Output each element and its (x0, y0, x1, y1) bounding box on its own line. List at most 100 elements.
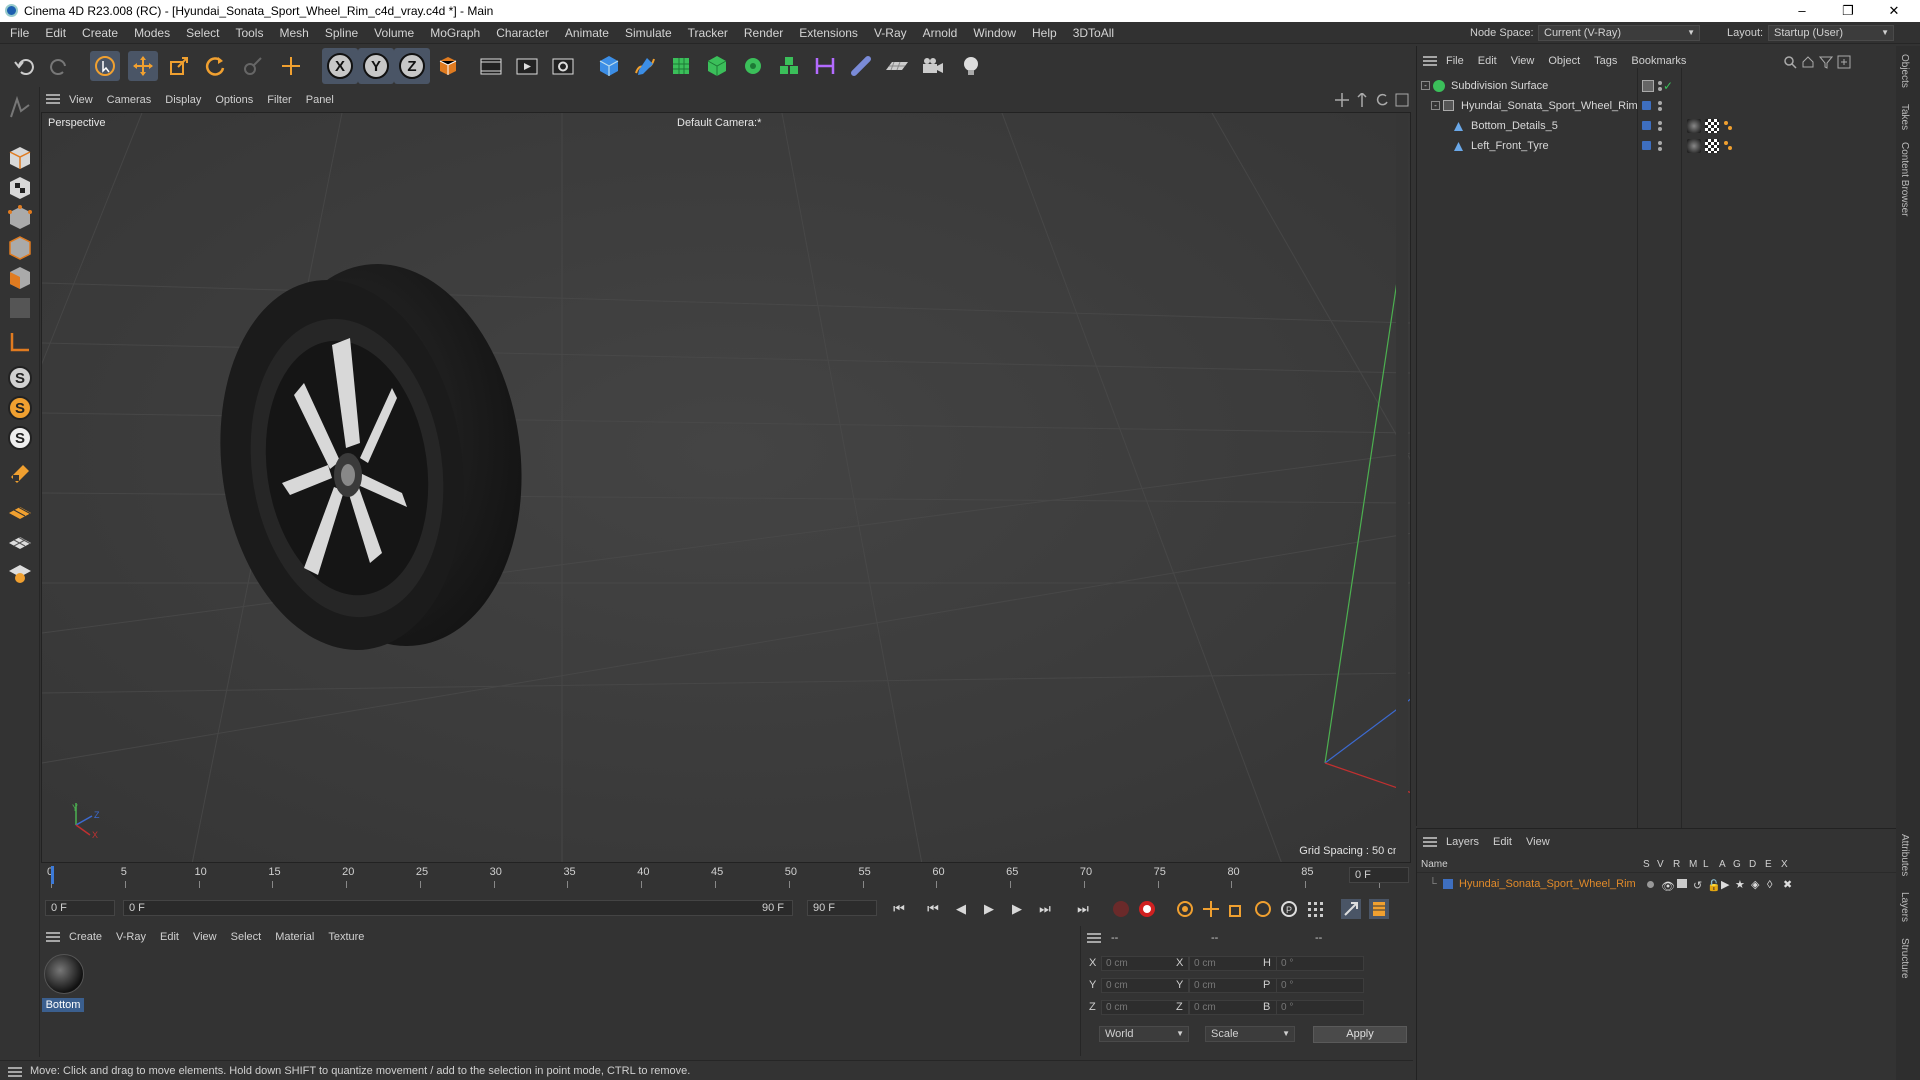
key-scale-icon[interactable] (1227, 899, 1247, 919)
axis-x-lock[interactable]: X (322, 48, 358, 84)
menu-volume[interactable]: Volume (366, 22, 422, 44)
grid-plane-icon[interactable] (5, 497, 35, 527)
object-row[interactable]: - Subdivision Surface ✓ (1417, 77, 1897, 95)
menu-arnold[interactable]: Arnold (915, 22, 966, 44)
viewport-menu-view[interactable]: View (62, 90, 100, 110)
material-menu-material[interactable]: Material (268, 926, 321, 948)
menu-animate[interactable]: Animate (557, 22, 617, 44)
points-mode-icon[interactable] (5, 203, 35, 233)
layer-animation-icon[interactable]: ▶ (1721, 876, 1729, 894)
previous-frame-icon[interactable]: ◀ (951, 899, 971, 919)
visibility-editor-dot[interactable] (1658, 121, 1662, 125)
menu-v-ray[interactable]: V-Ray (866, 22, 915, 44)
vray-tag-icon[interactable] (1723, 119, 1733, 133)
timeline-ruler[interactable]: 051015202530354045505560657075808590 0 F (41, 863, 1413, 889)
menu-create[interactable]: Create (74, 22, 126, 44)
tab-content-browser[interactable]: Content Browser (1899, 142, 1910, 216)
next-key-icon[interactable]: ⏭ (1035, 899, 1055, 919)
viewport-menu-cameras[interactable]: Cameras (100, 90, 159, 110)
visibility-render-dot[interactable] (1658, 87, 1662, 91)
timeline-window-icon[interactable] (1369, 899, 1389, 919)
coord-value-field[interactable]: 0 ° (1276, 956, 1364, 971)
viewport-rotate-icon[interactable] (1375, 93, 1389, 110)
layer-row[interactable]: └ Hyundai_Sonata_Sport_Wheel_Rim 👁 ↺ 🔓 ▶… (1417, 875, 1897, 893)
uvw-tag-icon[interactable] (1705, 119, 1719, 133)
camera-icon[interactable] (918, 51, 948, 81)
material-menu-view[interactable]: View (186, 926, 224, 948)
visibility-editor-dot[interactable] (1658, 141, 1662, 145)
render-picture-viewer-icon[interactable] (512, 51, 542, 81)
floor-icon[interactable] (882, 51, 912, 81)
menu-extensions[interactable]: Extensions (791, 22, 866, 44)
coord-value-field[interactable]: 0 ° (1276, 1000, 1364, 1015)
layer-menu-view[interactable]: View (1519, 831, 1557, 853)
material-hamburger-icon[interactable] (46, 931, 60, 946)
playhead[interactable] (51, 866, 54, 884)
perspective-viewport[interactable]: Y Z X Perspective Default Camera:* Grid … (41, 112, 1411, 863)
layer-column-s[interactable]: S (1643, 859, 1650, 870)
layer-column-d[interactable]: D (1749, 859, 1756, 870)
viewport-zoom-icon[interactable] (1355, 91, 1369, 110)
menu-render[interactable]: Render (736, 22, 791, 44)
axis-mode-icon[interactable] (5, 327, 35, 357)
extrude-icon[interactable] (702, 51, 732, 81)
visibility-editor-dot[interactable] (1658, 101, 1662, 105)
transform-tool-icon[interactable] (276, 51, 306, 81)
key-parameter-icon[interactable]: P (1279, 899, 1299, 919)
layer-column-name[interactable]: Name (1421, 859, 1448, 870)
layer-column-x[interactable]: X (1781, 859, 1788, 870)
quantize-icon[interactable]: S (5, 423, 35, 453)
cube-icon[interactable] (594, 51, 624, 81)
object-menu-tags[interactable]: Tags (1587, 50, 1624, 72)
uvw-tag-icon[interactable] (1705, 139, 1719, 153)
layer-visible-icon[interactable]: 👁 (1661, 878, 1675, 896)
objects-hamburger-icon[interactable] (1423, 55, 1437, 70)
render-settings-icon[interactable] (548, 51, 578, 81)
viewport-menu-filter[interactable]: Filter (260, 90, 298, 110)
material-thumbnail[interactable] (44, 954, 84, 994)
layers-hamburger-icon[interactable] (1423, 836, 1437, 851)
layer-menu-edit[interactable]: Edit (1486, 831, 1519, 853)
layer-expressions-icon[interactable]: ◊ (1767, 876, 1772, 894)
viewport-maximize-icon[interactable] (1395, 93, 1409, 110)
visibility-editor-dot[interactable] (1658, 81, 1662, 85)
next-frame-icon[interactable]: ▶ (1007, 899, 1027, 919)
layer-color-icon[interactable] (1642, 121, 1651, 130)
object-row[interactable]: Bottom_Details_5 (1417, 117, 1897, 135)
menu-mograph[interactable]: MoGraph (422, 22, 488, 44)
material-menu-edit[interactable]: Edit (153, 926, 186, 948)
maximize-icon[interactable]: ❐ (1828, 2, 1868, 20)
menu-tools[interactable]: Tools (227, 22, 271, 44)
viewport-move-icon[interactable] (1335, 93, 1349, 110)
layer-color-swatch[interactable] (1443, 879, 1453, 889)
menu-character[interactable]: Character (488, 22, 557, 44)
workplane-icon[interactable] (5, 459, 35, 489)
axis-y-lock[interactable]: Y (358, 48, 394, 84)
layer-column-l[interactable]: L (1703, 859, 1709, 870)
menu-edit[interactable]: Edit (37, 22, 74, 44)
key-position-icon[interactable] (1201, 899, 1221, 919)
object-menu-object[interactable]: Object (1541, 50, 1587, 72)
menu-file[interactable]: File (2, 22, 37, 44)
layout-select[interactable]: Startup (User) ▼ (1768, 25, 1894, 41)
rotate-tool-icon[interactable] (200, 51, 230, 81)
mograph-icon[interactable] (774, 51, 804, 81)
layer-solo-icon[interactable] (1647, 881, 1654, 888)
layer-color-icon[interactable] (1642, 141, 1651, 150)
cloner-icon[interactable] (738, 51, 768, 81)
layer-column-r[interactable]: R (1673, 859, 1680, 870)
menu-simulate[interactable]: Simulate (617, 22, 680, 44)
viewport-menu-options[interactable]: Options (208, 90, 260, 110)
make-editable-icon[interactable] (5, 93, 35, 123)
check-icon[interactable]: ✓ (1663, 77, 1673, 95)
coordinate-system-icon[interactable] (432, 51, 462, 81)
redo-icon[interactable] (44, 51, 74, 81)
light-icon[interactable] (956, 51, 986, 81)
uv-mode-icon[interactable] (5, 293, 35, 323)
axis-z-lock[interactable]: Z (394, 48, 430, 84)
coordinate-mode-select[interactable]: Scale ▼ (1205, 1026, 1295, 1042)
object-row[interactable]: Left_Front_Tyre (1417, 137, 1897, 155)
locked-workplane-icon[interactable] (5, 557, 35, 587)
close-icon[interactable]: ✕ (1874, 2, 1914, 20)
material-menu-create[interactable]: Create (62, 926, 109, 948)
